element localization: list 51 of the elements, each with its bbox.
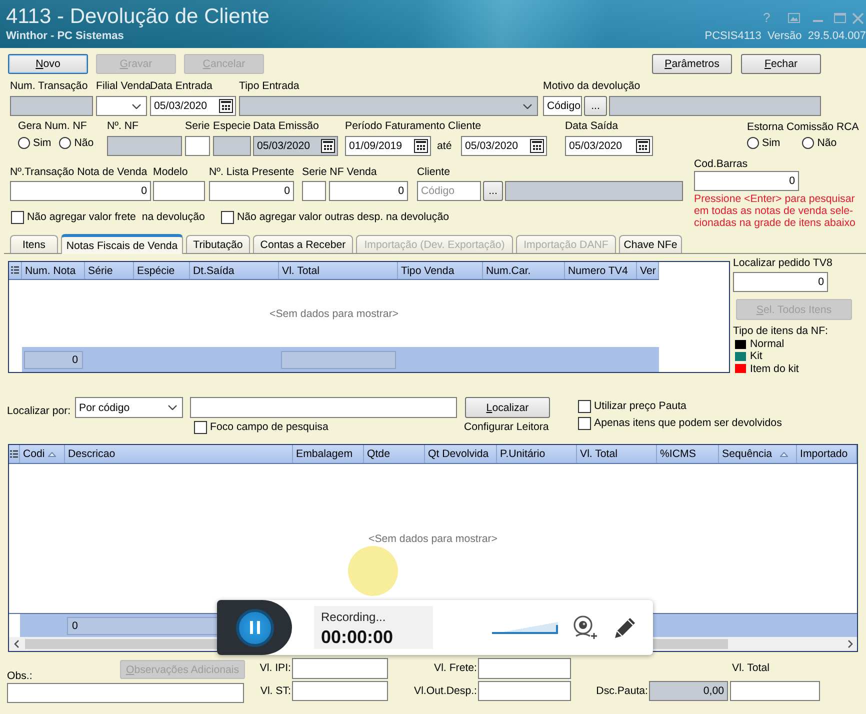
legend-label: Item do kit xyxy=(750,362,799,375)
field-label: Vl. IPI: xyxy=(258,662,292,675)
field-label: Nº. Lista Presente xyxy=(209,166,294,179)
field-label: Cliente xyxy=(417,166,450,179)
checkbox-label: Não agregar valor outras desp. na devolução xyxy=(237,211,450,223)
field-label: Serie NF Venda xyxy=(302,166,377,179)
field-label: Motivo da devolução xyxy=(543,80,640,93)
checkbox-label: Foco campo de pesquisa xyxy=(210,421,328,433)
checkbox-label: Utilizar preço Pauta xyxy=(594,400,686,412)
field-label: Especie xyxy=(213,120,251,133)
search-by-label: Localizar por: xyxy=(7,404,72,418)
field-label: Num. Transação xyxy=(10,80,88,93)
field-label: Filial Venda xyxy=(96,80,151,93)
field-label: Modelo xyxy=(153,166,188,179)
field-label: Vl. Total xyxy=(732,662,770,675)
field-label: Período Faturamento Cliente xyxy=(345,120,482,133)
app-name: Winthor - PC Sistemas xyxy=(6,30,125,43)
radio-label: Sim xyxy=(762,137,780,149)
radio-label: Não xyxy=(74,137,94,149)
field-label: Localizar pedido TV8 xyxy=(733,257,832,270)
empty-message: <Sem dados para mostrar> xyxy=(368,532,498,544)
field-label: Nº.Transação Nota de Venda xyxy=(10,166,148,179)
hint-text: Pressione <Enter> para pesquisar em todas as notas de venda sele- cionadas na grade de itens abaixo xyxy=(694,193,856,229)
field-label: Data Entrada xyxy=(150,80,212,93)
checkbox-label: Não agregar valor frete na devolução xyxy=(27,211,205,223)
legend-label: Kit xyxy=(750,350,762,362)
field-label: Dsc.Pauta: xyxy=(595,684,649,698)
window-title: 4113 - Devolução de Cliente xyxy=(6,5,270,29)
checkbox-label: Apenas itens que podem ser devolvidos xyxy=(594,417,782,429)
field-label: Data Emissão xyxy=(253,120,319,133)
version-label: PCSIS4113 Versão 29.5.04.007 xyxy=(704,30,866,43)
legend-label: Normal xyxy=(750,338,784,350)
range-separator-label: até xyxy=(437,140,452,152)
radio-label: Não xyxy=(817,137,837,149)
legend-title: Tipo de itens da NF: xyxy=(733,325,828,338)
field-label: Vl.Out.Desp.: xyxy=(413,684,478,698)
field-label: Tipo Entrada xyxy=(239,80,300,93)
field-label: Obs.: xyxy=(7,670,32,683)
radio-group-label: Estorna Comissão RCA xyxy=(747,121,860,134)
summary-cell: 0 xyxy=(24,350,83,368)
field-label: Cod.Barras xyxy=(694,158,749,171)
empty-message: <Sem dados para mostrar> xyxy=(270,308,398,320)
field-label: Data Saída xyxy=(565,120,618,133)
field-label: Nº. NF xyxy=(107,120,139,133)
field-label: Vl. ST: xyxy=(259,684,292,698)
recording-status: Recording... xyxy=(321,610,386,625)
radio-label: Sim xyxy=(33,137,52,149)
recording-time: 00:00:00 xyxy=(321,627,394,648)
field-label: Vl. Frete: xyxy=(433,662,478,675)
field-label: Serie xyxy=(185,120,210,133)
radio-group-label: Gera Num. NF xyxy=(18,120,88,133)
